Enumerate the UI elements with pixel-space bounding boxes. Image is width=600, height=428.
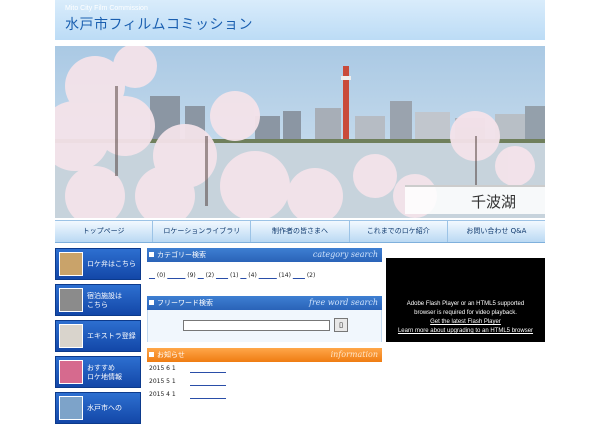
hero-caption-text: 千波湖 <box>471 193 517 211</box>
category-link[interactable]: ______ <box>259 272 277 279</box>
heading-bullet-icon <box>149 352 154 357</box>
freeword-heading: フリーワード検索 free word search <box>147 296 382 310</box>
sidebar-item-extra-registration[interactable]: エキストラ登録 <box>55 320 141 352</box>
category-link[interactable]: __ <box>240 272 246 279</box>
video-player[interactable]: Adobe Flash Player or an HTML5 supported… <box>386 258 545 342</box>
freeword-heading-en: free word search <box>308 298 378 307</box>
sidebar-item-recommended[interactable]: おすすめ ロケ地情報 <box>55 356 141 388</box>
search-box: ▯ <box>147 310 382 342</box>
heading-bullet-icon <box>149 252 154 257</box>
news-link[interactable] <box>189 390 226 399</box>
category-link[interactable]: ____ <box>216 272 228 279</box>
freeword-heading-text: フリーワード検索 <box>157 299 213 307</box>
bento-thumb-icon <box>59 252 83 276</box>
news-link[interactable] <box>189 377 226 386</box>
search-button[interactable]: ▯ <box>334 318 348 332</box>
news-item: 2015 4 1 <box>147 388 382 401</box>
search-input[interactable] <box>183 320 330 331</box>
category-heading: カテゴリー検索 category search <box>147 248 382 262</box>
nav-top[interactable]: トップページ <box>55 221 154 242</box>
site-header: Mito City Film Commission 水戸市フィルムコミッション <box>55 0 545 40</box>
category-link[interactable]: __ <box>198 272 204 279</box>
category-link[interactable]: ______ <box>167 272 185 279</box>
news-section: お知らせ information 2015 6 1 2015 5 1 2015 … <box>147 348 382 401</box>
category-link[interactable]: ____ <box>293 272 305 279</box>
news-heading: お知らせ information <box>147 348 382 362</box>
flash-message: Adobe Flash Player or an HTML5 supported… <box>397 301 534 334</box>
nav-past-locations[interactable]: これまでのロケ紹介 <box>350 221 448 242</box>
category-link[interactable]: __ <box>149 272 155 279</box>
sidebar-item-label: 宿泊施設は こちら <box>87 292 122 309</box>
main-nav: トップページ ロケーションライブラリ 制作者の皆さまへ これまでのロケ紹介 お問… <box>55 220 545 243</box>
freeword-search: フリーワード検索 free word search ▯ <box>147 296 382 342</box>
site-title[interactable]: 水戸市フィルムコミッション <box>65 14 253 34</box>
category-heading-text: カテゴリー検索 <box>157 251 206 259</box>
sidebar: ロケ弁はこちら 宿泊施設は こちら エキストラ登録 おすすめ ロケ地情報 水戸市… <box>55 248 141 428</box>
sidebar-item-label: おすすめ ロケ地情報 <box>87 364 122 381</box>
nav-contact-qa[interactable]: お問い合わせ Q&A <box>448 221 545 242</box>
nav-location-library[interactable]: ロケーションライブラリ <box>153 221 252 242</box>
sidebar-item-bento[interactable]: ロケ弁はこちら <box>55 248 141 280</box>
news-item: 2015 5 1 <box>147 375 382 388</box>
news-link[interactable] <box>189 364 226 373</box>
sidebar-item-label: 水戸市への <box>87 404 122 412</box>
category-search: カテゴリー検索 category search __ (0) ______ (9… <box>147 248 382 279</box>
news-heading-en: information <box>330 350 378 359</box>
category-heading-en: category search <box>312 250 378 259</box>
html5-upgrade-link[interactable]: Learn more about upgrading to an HTML5 b… <box>398 328 533 334</box>
header-subtitle: Mito City Film Commission <box>65 5 148 12</box>
sidebar-item-lodging[interactable]: 宿泊施設は こちら <box>55 284 141 316</box>
category-links: __ (0) ______ (9) __ (2) ____ (1) __ (4)… <box>149 272 316 279</box>
news-heading-text: お知らせ <box>157 351 185 359</box>
sidebar-item-access[interactable]: 水戸市への <box>55 392 141 424</box>
sidebar-item-label: ロケ弁はこちら <box>87 260 136 268</box>
heading-bullet-icon <box>149 300 154 305</box>
flash-player-link[interactable]: Get the latest Flash Player <box>430 319 501 325</box>
recommended-thumb-icon <box>59 360 83 384</box>
sidebar-item-label: エキストラ登録 <box>87 332 136 340</box>
extra-thumb-icon <box>59 324 83 348</box>
news-item: 2015 6 1 <box>147 362 382 375</box>
hero-caption: 千波湖 <box>405 185 545 214</box>
nav-for-producers[interactable]: 制作者の皆さまへ <box>251 221 350 242</box>
lodging-thumb-icon <box>59 288 83 312</box>
